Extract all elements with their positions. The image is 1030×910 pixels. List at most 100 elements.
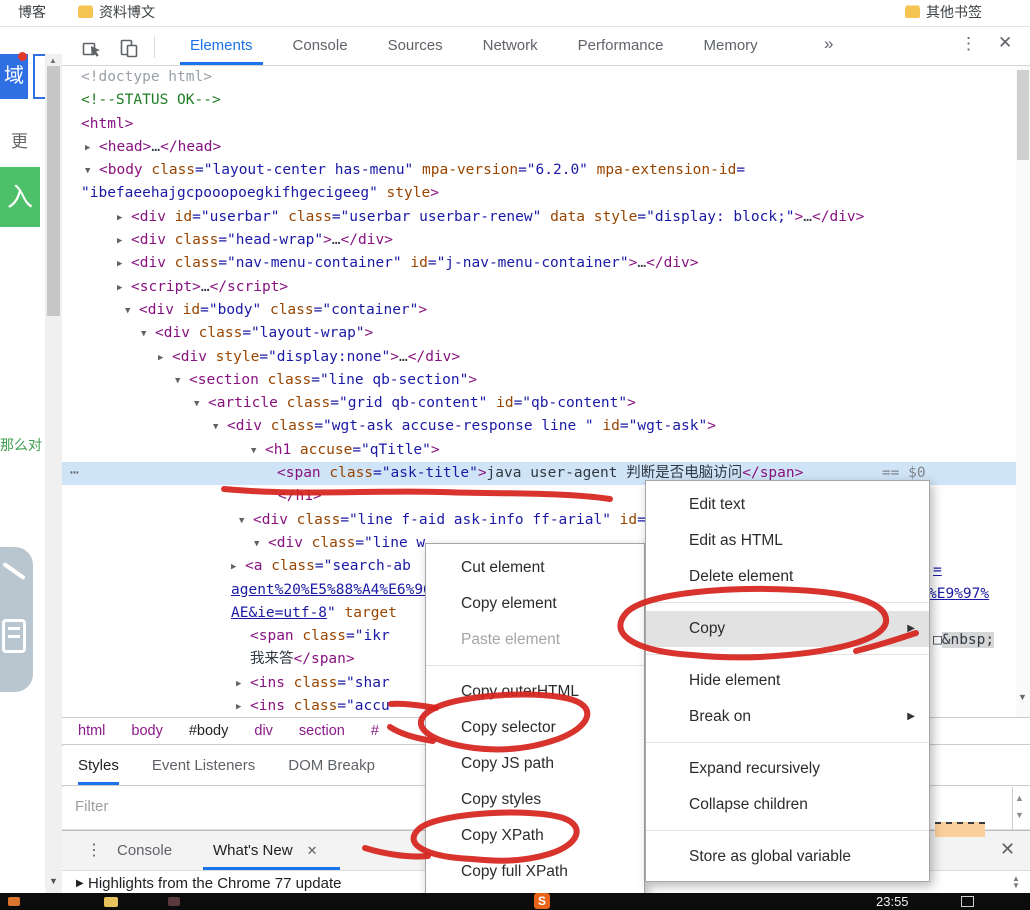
filter-input[interactable]: Filter — [75, 798, 108, 815]
tab-elements[interactable]: Elements — [170, 27, 273, 65]
show-desktop-icon[interactable] — [961, 896, 974, 907]
tab-performance[interactable]: Performance — [558, 27, 684, 65]
menu-item-copy[interactable]: Copy▶ — [646, 611, 929, 647]
tab-styles[interactable]: Styles — [78, 746, 119, 785]
tab-memory[interactable]: Memory — [684, 27, 778, 65]
collapse-arrow-icon[interactable]: ▼ — [254, 533, 268, 556]
tab-network[interactable]: Network — [463, 27, 558, 65]
expand-arrow-icon[interactable]: ▶ — [85, 137, 99, 160]
drawer-menu-icon[interactable]: ⋮ — [86, 840, 102, 860]
tab-console[interactable]: Console — [117, 831, 172, 871]
bookmark-folder[interactable]: 资料博文 — [78, 2, 155, 22]
menu-item-copy-element[interactable]: Copy element — [426, 586, 644, 622]
dom-tree-row[interactable]: ▶<div class="nav-menu-container" id="j-n… — [62, 252, 1016, 275]
breadcrumb-item[interactable]: div — [254, 723, 273, 739]
expand-arrow-icon[interactable]: ▶ — [231, 556, 245, 579]
expand-arrow-icon[interactable]: ▶ — [117, 230, 131, 253]
menu-item-copy-styles[interactable]: Copy styles — [426, 782, 644, 818]
collapse-arrow-icon[interactable]: ▼ — [213, 416, 227, 439]
sublime-icon[interactable]: S — [534, 893, 550, 909]
breadcrumb-item[interactable]: body — [131, 723, 162, 739]
scroll-down-icon[interactable]: ▼ — [49, 876, 58, 886]
menu-item-copy-xpath[interactable]: Copy XPath — [426, 818, 644, 854]
taskbar-icon[interactable] — [8, 897, 20, 906]
breadcrumb-item[interactable]: section — [299, 723, 345, 739]
tab-event-listeners[interactable]: Event Listeners — [152, 746, 255, 785]
more-tabs-icon[interactable]: » — [824, 34, 833, 54]
dom-tree-row[interactable]: ▼<div id="body" class="container"> — [62, 299, 1016, 322]
tab-sources[interactable]: Sources — [368, 27, 463, 65]
collapse-arrow-icon[interactable]: ▼ — [85, 160, 99, 183]
expand-arrow-icon[interactable]: ▶ — [76, 878, 84, 889]
scroll-down-icon[interactable]: ▼ — [1018, 692, 1027, 702]
expand-arrow-icon[interactable]: ▶ — [158, 347, 172, 370]
dom-tree-row[interactable]: ▼<div class="layout-wrap"> — [62, 322, 1016, 345]
dom-tree-row[interactable]: ▶<head>…</head> — [62, 136, 1016, 159]
menu-item-collapse-children[interactable]: Collapse children — [646, 787, 929, 823]
dom-tree-row[interactable]: <!--STATUS OK--> — [62, 89, 1016, 112]
menu-item-break-on[interactable]: Break on▶ — [646, 699, 929, 735]
collapse-arrow-icon[interactable]: ▼ — [141, 323, 155, 346]
collapse-arrow-icon[interactable]: ▼ — [125, 300, 139, 323]
dom-tree-row[interactable]: ▼<div class="wgt-ask accuse-response lin… — [62, 415, 1016, 438]
collapse-arrow-icon[interactable]: ▼ — [194, 393, 208, 416]
dom-tree-row[interactable]: ▶<div class="head-wrap">…</div> — [62, 229, 1016, 252]
breadcrumb-item[interactable]: html — [78, 723, 105, 739]
expand-arrow-icon[interactable]: ▶ — [236, 673, 250, 696]
scroll-up-icon[interactable]: ▲ — [49, 56, 57, 65]
scrollbar-thumb[interactable] — [1017, 70, 1029, 160]
dom-tree-row[interactable]: ▼<article class="grid qb-content" id="qb… — [62, 392, 1016, 415]
device-toolbar-icon[interactable] — [117, 35, 141, 59]
tab-dom-breakp[interactable]: DOM Breakp — [288, 746, 375, 785]
dom-tree-row[interactable]: <html> — [62, 113, 1016, 136]
scroll-up-icon[interactable]: ▲ — [1015, 793, 1024, 803]
tab-console[interactable]: Console — [273, 27, 368, 65]
drawer-close-icon[interactable]: ✕ — [1000, 839, 1015, 860]
breadcrumb-item[interactable]: #body — [189, 723, 229, 739]
menu-item-cut-element[interactable]: Cut element — [426, 550, 644, 586]
expand-arrow-icon[interactable]: ▶ — [117, 253, 131, 276]
menu-item-hide-element[interactable]: Hide element — [646, 663, 929, 699]
dom-tree-row[interactable]: ▶<div id="userbar" class="userbar userba… — [62, 206, 1016, 229]
menu-item-copy-full-xpath[interactable]: Copy full XPath — [426, 854, 644, 890]
tab-whats-new[interactable]: What's New✕ — [213, 831, 317, 871]
devtools-menu-icon[interactable]: ⋮ — [960, 34, 977, 54]
dom-tree-row[interactable]: ▼<body class="layout-center has-menu" mp… — [62, 159, 1016, 182]
breadcrumb-item[interactable]: # — [371, 723, 379, 739]
menu-item-store-as-global-variable[interactable]: Store as global variable — [646, 839, 929, 875]
menu-item-delete-element[interactable]: Delete element — [646, 559, 929, 595]
dom-tree-row[interactable]: ▼<h1 accuse="qTitle"> — [62, 439, 1016, 462]
dom-tree-row[interactable]: <!doctype html> — [62, 66, 1016, 89]
dom-tree-row[interactable]: ▶<script>…</script> — [62, 276, 1016, 299]
dom-tree-row[interactable]: ▶<div style="display:none">…</div> — [62, 346, 1016, 369]
collapse-arrow-icon[interactable]: ▼ — [251, 440, 265, 463]
expand-arrow-icon[interactable]: ▶ — [117, 277, 131, 300]
scroll-down-icon[interactable]: ▼ — [1015, 810, 1024, 820]
other-bookmarks[interactable]: 其他书签 — [905, 2, 982, 22]
page-green-button[interactable]: 入 — [0, 167, 40, 227]
dom-tree-row[interactable]: "ibefaeehajgcpooopoegkifhgecigeeg" style… — [62, 182, 1016, 205]
page-floating-toolbar[interactable] — [0, 547, 33, 692]
menu-item-edit-as-html[interactable]: Edit as HTML — [646, 523, 929, 559]
menu-item-edit-text[interactable]: Edit text — [646, 487, 929, 523]
bookmark-item[interactable]: 博客 — [18, 2, 46, 22]
expand-arrow-icon[interactable]: ▶ — [117, 207, 131, 230]
menu-item-paste-element[interactable]: Paste element — [426, 622, 644, 658]
expand-arrow-icon[interactable]: ▶ — [236, 696, 250, 717]
scroll-spinner[interactable]: ▲▼ — [1012, 875, 1020, 889]
collapse-arrow-icon[interactable]: ▼ — [239, 510, 253, 533]
inspect-element-icon[interactable] — [79, 35, 103, 59]
taskbar-icon[interactable] — [104, 897, 118, 907]
dom-tree-row[interactable]: ▼<section class="line qb-section"> — [62, 369, 1016, 392]
tab-close-icon[interactable]: ✕ — [307, 843, 318, 858]
menu-item-copy-outerhtml[interactable]: Copy outerHTML — [426, 674, 644, 710]
menu-item-copy-js-path[interactable]: Copy JS path — [426, 746, 644, 782]
scrollbar-thumb[interactable] — [47, 66, 60, 316]
taskbar-icon[interactable] — [168, 897, 180, 906]
elements-scrollbar[interactable]: ▼ — [1016, 66, 1030, 717]
menu-item-expand-recursively[interactable]: Expand recursively — [646, 751, 929, 787]
collapse-arrow-icon[interactable]: ▼ — [175, 370, 189, 393]
menu-item-copy-selector[interactable]: Copy selector — [426, 710, 644, 746]
page-scrollbar[interactable]: ▲ ▼ — [45, 54, 62, 893]
devtools-close-icon[interactable]: ✕ — [998, 33, 1012, 53]
